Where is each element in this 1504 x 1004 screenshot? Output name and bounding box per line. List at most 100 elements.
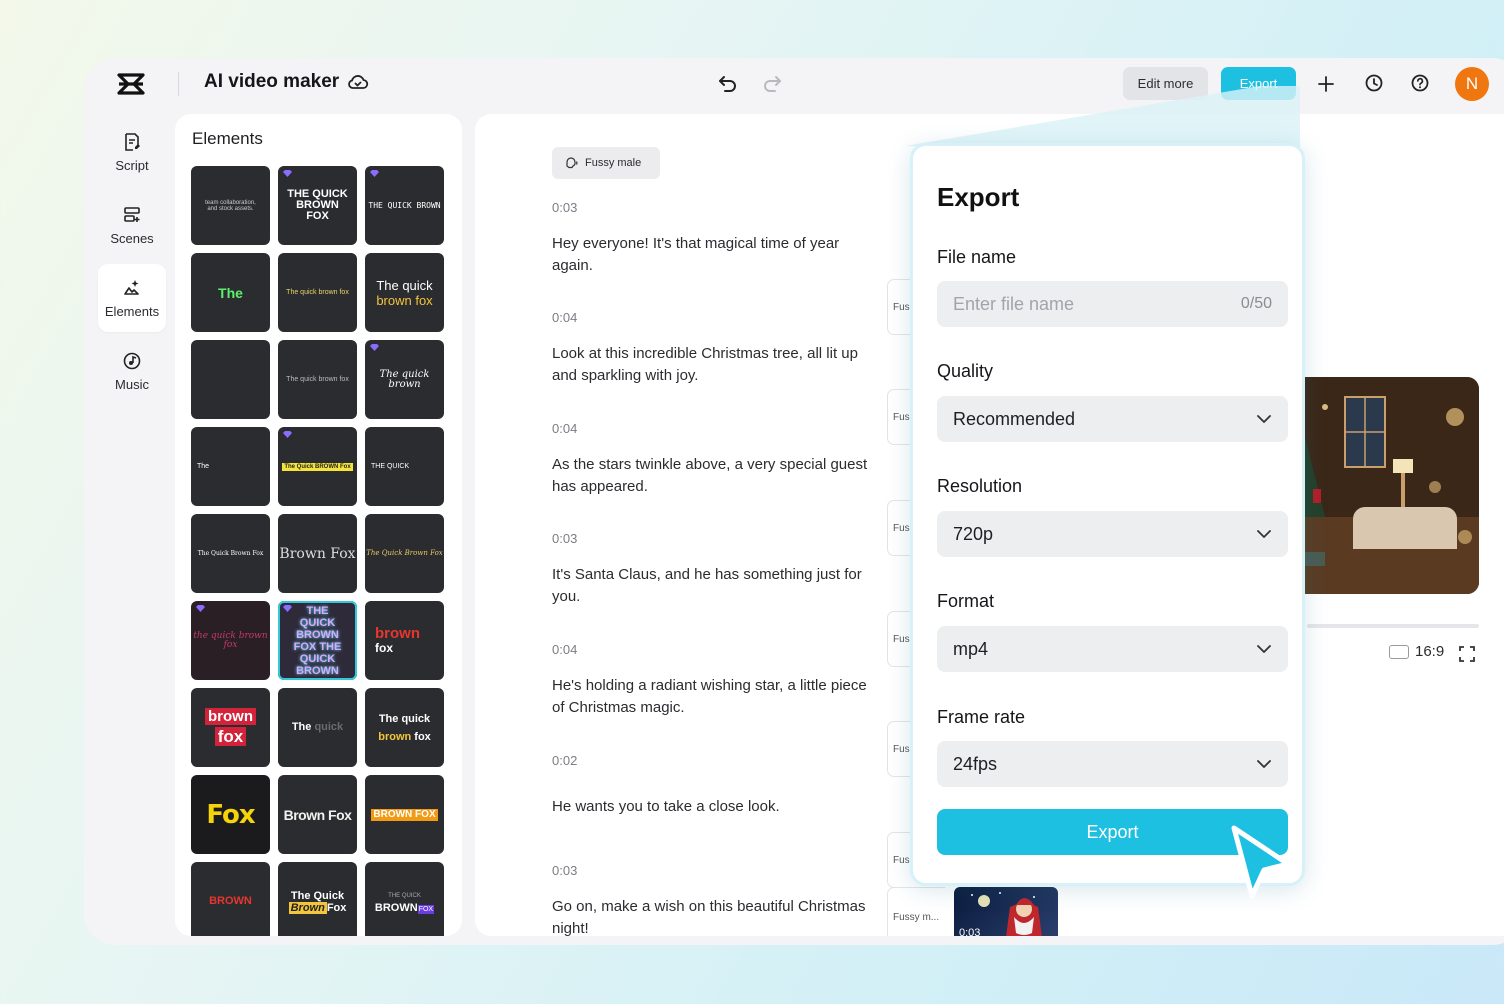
- tile-text: The: [291, 721, 315, 733]
- text-element-tile[interactable]: The: [191, 427, 270, 506]
- nav-item-label: Script: [115, 157, 149, 173]
- text-element-tile[interactable]: The Quick Brown Fox: [278, 862, 357, 936]
- premium-icon: [283, 605, 292, 612]
- text-element-tile[interactable]: THE QUICK BROWN: [365, 166, 444, 245]
- text-element-tile[interactable]: The quick: [278, 688, 357, 767]
- text-element-tile[interactable]: the quick brown fox: [191, 601, 270, 680]
- segment-text[interactable]: He's holding a radiant wishing star, a l…: [552, 675, 882, 719]
- format-label: Format: [937, 591, 995, 611]
- text-element-tile[interactable]: The Quick Brown Fox: [191, 514, 270, 593]
- segment-text[interactable]: Go on, make a wish on this beautiful Chr…: [552, 896, 882, 936]
- redo-icon[interactable]: [761, 72, 783, 94]
- help-icon[interactable]: [1409, 72, 1431, 94]
- video-preview[interactable]: [1305, 377, 1479, 594]
- text-element-tile[interactable]: The quick brown fox: [278, 253, 357, 332]
- nav-item-label: Elements: [104, 303, 160, 319]
- segment-text[interactable]: He wants you to take a close look.: [552, 796, 882, 818]
- script-segment[interactable]: 0:03 Go on, make a wish on this beautifu…: [552, 863, 882, 936]
- avatar[interactable]: N: [1455, 67, 1489, 101]
- text-element-tile[interactable]: Brown Fox: [278, 775, 357, 854]
- nav-item-music[interactable]: Music: [98, 337, 166, 405]
- script-segment[interactable]: 0:03 It's Santa Claus, and he has someth…: [552, 531, 882, 608]
- text-element-tile[interactable]: THE QUICK: [365, 427, 444, 506]
- aspect-ratio-icon: [1389, 644, 1409, 659]
- frame-rate-select[interactable]: 24fps: [937, 741, 1288, 787]
- text-element-tile[interactable]: The quick brown fox: [278, 340, 357, 419]
- text-element-tile[interactable]: Brown Fox: [278, 514, 357, 593]
- text-element-tile[interactable]: THE QUICK BROWNFOX: [365, 862, 444, 936]
- tile-text: fox: [214, 727, 247, 746]
- nav-item-scenes[interactable]: Scenes: [98, 191, 166, 259]
- script-segment[interactable]: 0:03 Hey everyone! It's that magical tim…: [552, 200, 882, 277]
- script-segment[interactable]: 0:02 He wants you to take a close look.: [552, 753, 882, 818]
- segment-text[interactable]: It's Santa Claus, and he has something j…: [552, 564, 882, 608]
- format-value: mp4: [953, 638, 989, 659]
- undo-icon[interactable]: [717, 72, 739, 94]
- fullscreen-icon[interactable]: [1458, 645, 1476, 663]
- resolution-select[interactable]: 720p: [937, 511, 1288, 557]
- tile-text: brown fox: [376, 292, 433, 308]
- tile-text: Brown Fox: [283, 806, 352, 823]
- quality-select[interactable]: Recommended: [937, 396, 1288, 442]
- segment-text[interactable]: Look at this incredible Christmas tree, …: [552, 343, 882, 387]
- tile-text: The Quick Brown Fox: [366, 549, 443, 557]
- premium-icon: [370, 344, 379, 351]
- text-element-tile[interactable]: Fox: [191, 775, 270, 854]
- text-element-tile[interactable]: BROWN: [191, 862, 270, 936]
- text-element-tile[interactable]: The: [191, 253, 270, 332]
- aspect-ratio-label: 16:9: [1415, 643, 1445, 660]
- nav-item-label: Music: [115, 376, 149, 392]
- voice-icon: [566, 157, 578, 169]
- cloud-save-icon[interactable]: [347, 73, 369, 91]
- text-element-tile[interactable]: The quick brown: [365, 340, 444, 419]
- segment-text[interactable]: As the stars twinkle above, a very speci…: [552, 454, 882, 498]
- scene-thumbnail[interactable]: 0:03: [954, 887, 1058, 936]
- history-icon[interactable]: [1363, 72, 1385, 94]
- file-name-input[interactable]: Enter file name 0/50: [937, 281, 1288, 327]
- text-element-tile[interactable]: The quick brown fox: [365, 253, 444, 332]
- script-segment[interactable]: 0:04 Look at this incredible Christmas t…: [552, 310, 882, 387]
- chevron-down-icon: [1257, 645, 1271, 653]
- text-element-tile[interactable]: brown fox: [191, 688, 270, 767]
- tile-text: The quick brown fox: [286, 289, 349, 296]
- text-element-tile[interactable]: BROWN FOX: [365, 775, 444, 854]
- elements-panel: Elements team collaboration, and stock a…: [175, 114, 462, 936]
- tile-text: THE QUICK: [371, 463, 410, 470]
- tile-text: the quick brown fox: [193, 630, 268, 650]
- capcut-logo[interactable]: [116, 71, 146, 97]
- tile-text: The quick: [292, 722, 343, 733]
- text-element-tile[interactable]: The Quick Brown Fox: [365, 514, 444, 593]
- premium-icon: [196, 605, 205, 612]
- text-element-tile[interactable]: The quick brown fox: [365, 688, 444, 767]
- export-dialog-title: Export: [937, 182, 1020, 212]
- text-element-tile[interactable]: THE QUICK BROWN FOX: [278, 166, 357, 245]
- elements-grid: team collaboration, and stock assets. TH…: [191, 166, 444, 936]
- text-element-tile[interactable]: [191, 340, 270, 419]
- tile-text: The quick brown fox: [378, 710, 431, 746]
- preview-progress-bar[interactable]: [1307, 624, 1479, 628]
- segment-voice-chip[interactable]: Fussy m...: [887, 887, 945, 936]
- nav-item-elements[interactable]: Elements: [98, 264, 166, 332]
- nav-item-script[interactable]: Script: [98, 118, 166, 186]
- segment-duration: 0:03: [552, 863, 578, 878]
- script-segment[interactable]: 0:04 As the stars twinkle above, a very …: [552, 421, 882, 498]
- aspect-ratio-selector[interactable]: 16:9: [1389, 643, 1444, 660]
- text-element-tile[interactable]: The Quick BROWN Fox: [278, 427, 357, 506]
- segment-text[interactable]: Hey everyone! It's that magical time of …: [552, 233, 882, 277]
- premium-icon: [370, 170, 379, 177]
- tile-text: Fox: [326, 901, 347, 914]
- chevron-down-icon: [1257, 530, 1271, 538]
- text-element-tile[interactable]: brown fox: [365, 601, 444, 680]
- tile-text: The quick brown fox: [286, 376, 349, 383]
- music-icon: [123, 352, 141, 369]
- text-element-tile[interactable]: THE QUICK BROWN FOX THE QUICK BROWN: [278, 601, 357, 680]
- script-segment[interactable]: 0:04 He's holding a radiant wishing star…: [552, 642, 882, 719]
- plus-icon[interactable]: [1314, 72, 1338, 96]
- voice-selector[interactable]: Fussy male: [552, 147, 660, 179]
- nav-item-label: Scenes: [110, 230, 154, 246]
- thumbnail-time: 0:03: [959, 927, 981, 936]
- tile-text: brown fox: [375, 626, 420, 655]
- text-element-tile[interactable]: team collaboration, and stock assets.: [191, 166, 270, 245]
- tile-text: brown: [378, 730, 412, 743]
- format-select[interactable]: mp4: [937, 626, 1288, 672]
